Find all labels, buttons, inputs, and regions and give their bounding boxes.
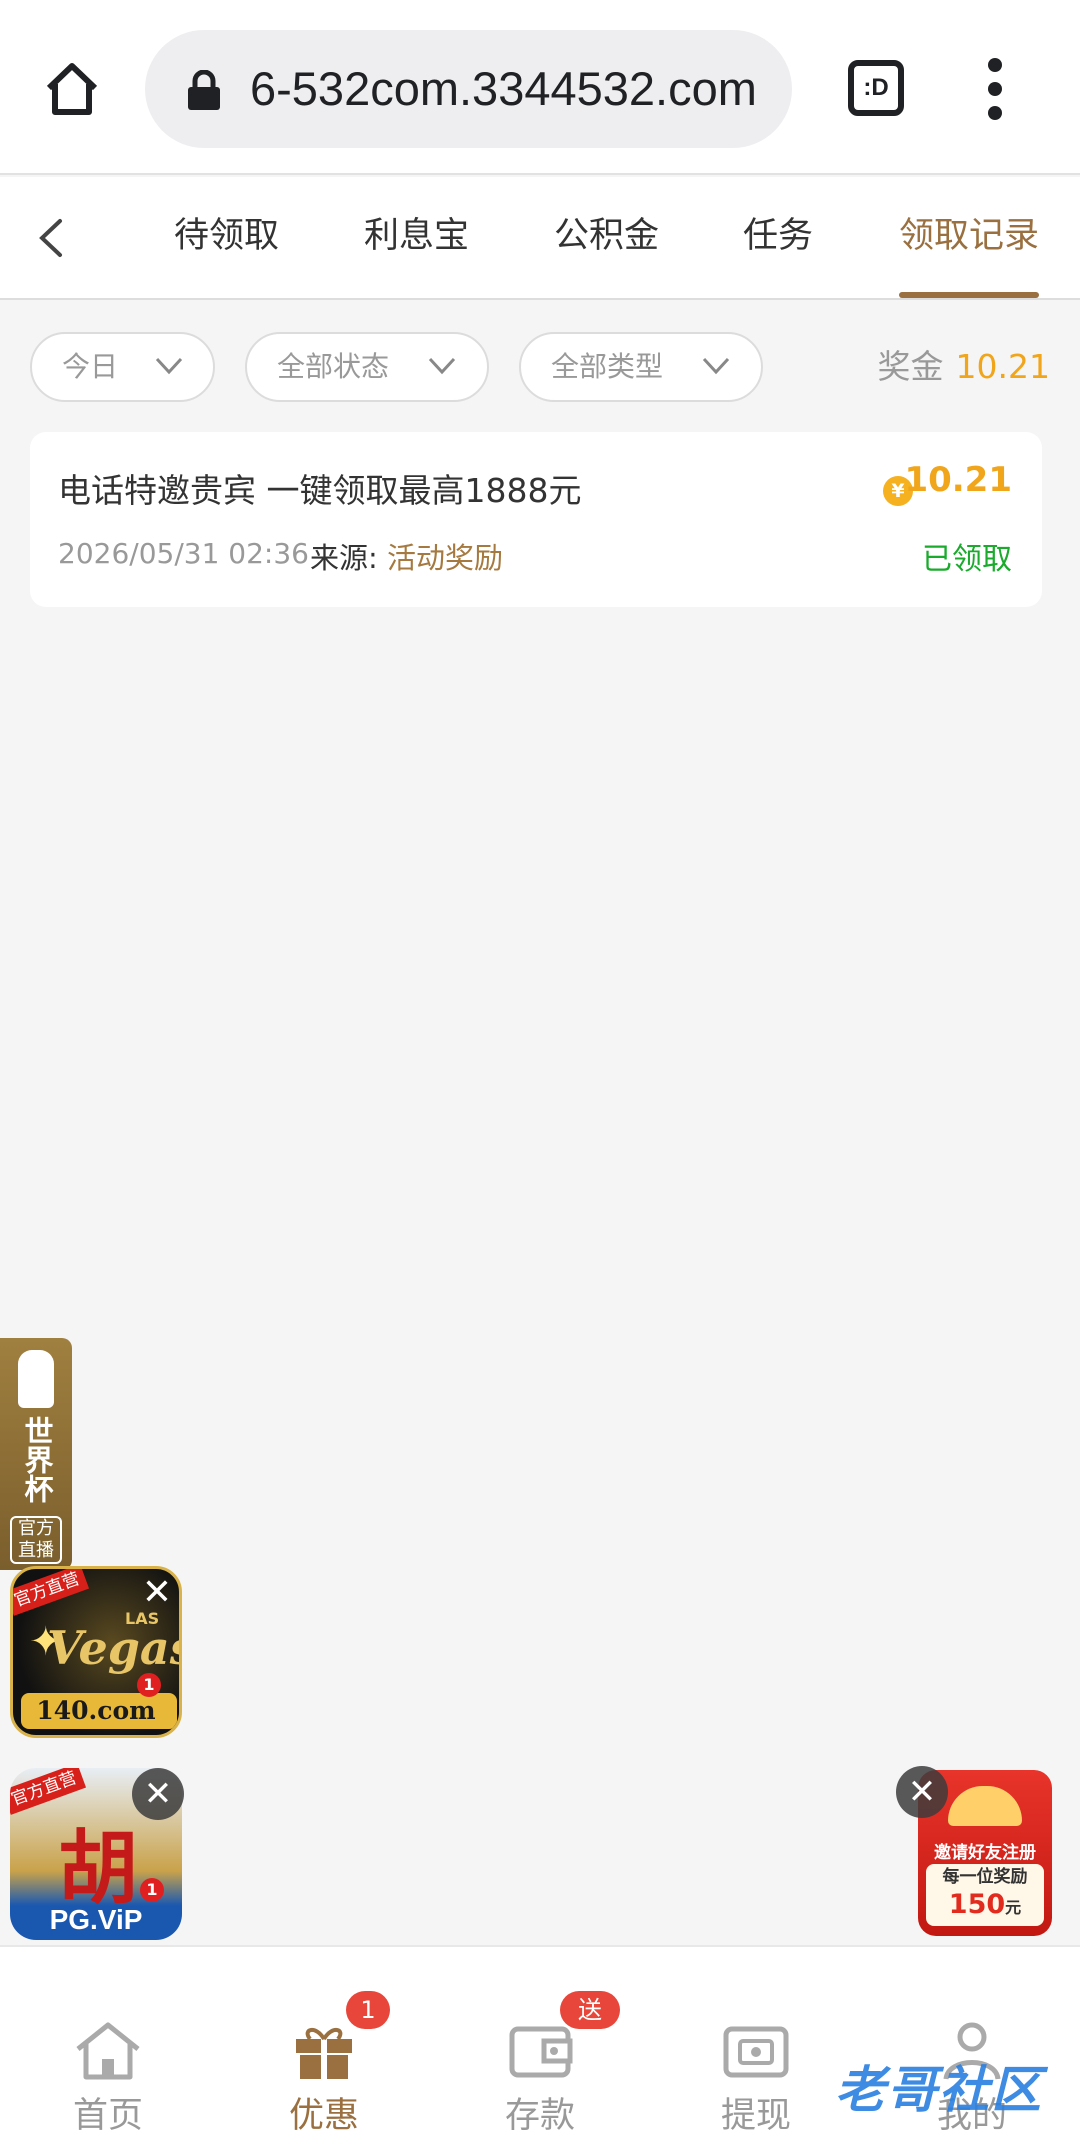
nav-offers[interactable]: 优惠 1 bbox=[244, 1947, 404, 2147]
envelope-flap bbox=[948, 1786, 1022, 1826]
worldcup-banner[interactable]: 世界杯 官方直播 bbox=[0, 1338, 72, 1570]
more-menu-icon[interactable] bbox=[980, 58, 1010, 120]
date-filter-label: 今日 bbox=[62, 350, 119, 383]
home-icon bbox=[76, 2022, 140, 2080]
deposit-badge: 送3% bbox=[560, 1991, 620, 2062]
worldcup-text: 世界杯 bbox=[20, 1416, 54, 1503]
address-bar[interactable]: 6-532com.3344532.com bbox=[145, 30, 792, 148]
vegas-ad[interactable]: 官方直营 ✦ LAS Vegas 140.com 1 ✕ bbox=[10, 1566, 182, 1738]
pg-logo-char: 胡 bbox=[58, 1822, 138, 1915]
worldcup-sub: 官方直播 bbox=[10, 1516, 62, 1564]
invite-reward-card: 每一位奖励 150元 bbox=[926, 1864, 1044, 1926]
tab-fund[interactable]: 公积金 bbox=[554, 177, 659, 298]
record-title: 电话特邀贵宾 一键领取最高1888元 bbox=[58, 471, 582, 510]
date-filter[interactable]: 今日 bbox=[30, 332, 215, 402]
record-card[interactable]: 电话特邀贵宾 一键领取最高1888元 ¥ 10.21 2026/05/31 02… bbox=[30, 432, 1042, 607]
close-icon[interactable]: ✕ bbox=[137, 1573, 177, 1613]
record-status: 已领取 bbox=[922, 542, 1012, 577]
notification-badge: 1 bbox=[137, 1673, 161, 1697]
watermark-logo: 老哥社区 bbox=[835, 2061, 1043, 2119]
status-filter[interactable]: 全部状态 bbox=[245, 332, 489, 402]
invite-amount: 150 bbox=[948, 1889, 1006, 1920]
bonus-summary: 奖金 10.21 bbox=[878, 332, 1050, 402]
offers-badge: 1 bbox=[346, 1991, 390, 2029]
nav-home-label: 首页 bbox=[72, 2096, 143, 2136]
close-icon[interactable]: ✕ bbox=[132, 1768, 184, 1820]
url-text: 6-532com.3344532.com bbox=[250, 62, 757, 115]
chevron-down-icon bbox=[155, 357, 183, 375]
source-value: 活动奖励 bbox=[387, 541, 504, 575]
lock-icon bbox=[188, 70, 220, 110]
back-arrow-icon[interactable] bbox=[30, 213, 70, 263]
source-label: 来源: bbox=[310, 541, 378, 575]
home-icon[interactable] bbox=[38, 55, 106, 123]
vegas-logo-text: Vegas bbox=[47, 1621, 182, 1675]
active-tab-indicator bbox=[899, 292, 1039, 298]
tab-pending[interactable]: 待领取 bbox=[174, 177, 279, 298]
chevron-down-icon bbox=[702, 357, 730, 375]
notification-badge: 1 bbox=[140, 1878, 164, 1902]
nav-home[interactable]: 首页 bbox=[28, 1947, 188, 2147]
tab-tasks[interactable]: 任务 bbox=[743, 177, 813, 298]
nav-withdraw-label: 提现 bbox=[720, 2096, 791, 2136]
wallet-icon bbox=[509, 2026, 573, 2078]
bonus-value: 10.21 bbox=[955, 347, 1050, 386]
record-amount: 10.21 bbox=[904, 460, 1012, 500]
nav-deposit-label: 存款 bbox=[504, 2096, 575, 2136]
pg-label: PG.ViP bbox=[49, 1904, 143, 1935]
browser-toolbar: 6-532com.3344532.com :D bbox=[0, 0, 1080, 175]
tab-switcher-button[interactable]: :D bbox=[848, 60, 904, 116]
nav-withdraw[interactable]: 提现 bbox=[676, 1947, 836, 2147]
invite-amount-row: 150元 bbox=[926, 1890, 1044, 1923]
nav-deposit[interactable]: 存款 送3% bbox=[460, 1947, 620, 2147]
type-filter[interactable]: 全部类型 bbox=[519, 332, 763, 402]
invite-headline: 邀请好友注册 bbox=[934, 1843, 1036, 1863]
type-filter-label: 全部类型 bbox=[551, 350, 664, 383]
tab-interest[interactable]: 利息宝 bbox=[364, 177, 469, 298]
close-icon[interactable]: ✕ bbox=[896, 1766, 948, 1818]
gift-icon bbox=[296, 2028, 352, 2079]
status-filter-label: 全部状态 bbox=[277, 350, 390, 383]
vegas-domain: 140.com bbox=[36, 1696, 156, 1725]
tabs-bar: 待领取 利息宝 公积金 任务 领取记录 bbox=[0, 177, 1080, 300]
invite-unit: 元 bbox=[1005, 1898, 1022, 1917]
chevron-down-icon bbox=[428, 357, 456, 375]
nav-offers-label: 优惠 bbox=[288, 2096, 359, 2136]
ad-ribbon: 官方直营 bbox=[13, 1569, 90, 1616]
trophy-icon bbox=[18, 1350, 54, 1408]
tab-records[interactable]: 领取记录 bbox=[899, 177, 1039, 298]
bonus-label: 奖金 bbox=[877, 347, 944, 386]
invite-subline: 每一位奖励 bbox=[942, 1867, 1028, 1887]
record-source: 来源: 活动奖励 bbox=[310, 535, 503, 577]
record-time: 2026/05/31 02:36 bbox=[58, 537, 309, 570]
ticket-icon bbox=[723, 2026, 789, 2078]
